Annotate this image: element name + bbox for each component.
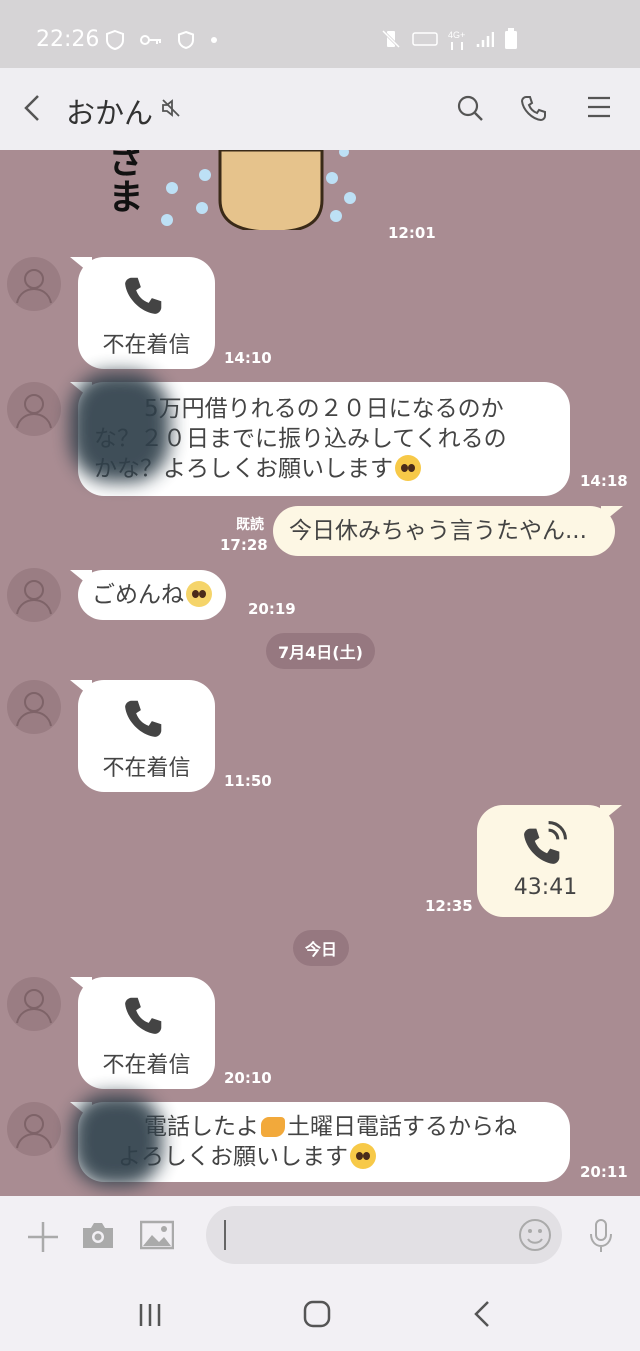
message-text: ごめんね [92, 582, 184, 608]
phone-outgoing-icon [524, 821, 567, 864]
timestamp: 14:10 [224, 349, 272, 367]
message-bubble[interactable]: ごめんね [78, 570, 226, 620]
avatar[interactable] [7, 1102, 61, 1156]
battery-icon [505, 28, 517, 49]
vibrate-mute-icon [381, 29, 401, 49]
input-bar [0, 1196, 640, 1280]
image-icon[interactable] [140, 1220, 174, 1250]
status-bar: 22:26 4G+ [0, 0, 640, 68]
shield-check-icon [106, 29, 124, 51]
chat-title[interactable]: おかん [66, 90, 153, 132]
chat-header: おかん [0, 68, 640, 150]
redaction-smudge [72, 1094, 162, 1186]
call-bubble[interactable]: 43:41 [477, 805, 614, 917]
read-receipt: 既読 [236, 517, 264, 533]
chat-area[interactable]: さま 12:01 不在着信 14:10 5万円借りれるの２０日になるのか な？２… [0, 150, 640, 1196]
timestamp: 17:28 [220, 536, 268, 554]
missed-call-bubble[interactable]: 不在着信 [78, 977, 215, 1089]
message-line: 土曜日電話するからね [287, 1114, 517, 1140]
avatar[interactable] [7, 977, 61, 1031]
avatar[interactable] [7, 382, 61, 436]
call-label: 不在着信 [102, 756, 191, 781]
dot-icon [211, 37, 217, 43]
signal-icon [476, 32, 494, 47]
phone-icon [125, 997, 162, 1034]
facepalm-emoji-icon [186, 581, 212, 607]
timestamp: 20:10 [224, 1069, 272, 1087]
timestamp: 12:35 [425, 897, 473, 915]
missed-call-bubble[interactable]: 不在着信 [78, 257, 215, 369]
call-duration: 43:41 [513, 875, 578, 900]
sticker[interactable]: さま [92, 150, 362, 230]
volte-icon [412, 32, 438, 46]
microphone-icon[interactable] [588, 1218, 614, 1254]
status-time: 22:26 [36, 27, 100, 52]
phone-icon[interactable] [520, 94, 548, 122]
back-arrow-icon[interactable] [20, 92, 44, 124]
timestamp: 12:01 [388, 224, 436, 242]
menu-icon[interactable] [586, 94, 612, 120]
call-label: 不在着信 [102, 333, 191, 358]
mute-icon [162, 99, 180, 117]
phone-icon [125, 700, 162, 737]
pointing-hand-icon [261, 1117, 285, 1137]
search-icon[interactable] [456, 94, 484, 122]
avatar[interactable] [7, 568, 61, 622]
timestamp: 14:18 [580, 472, 628, 490]
redaction-smudge [70, 372, 170, 482]
key-icon [140, 35, 161, 45]
phone-icon [125, 277, 162, 314]
plus-icon[interactable] [26, 1220, 60, 1254]
date-separator: 今日 [293, 930, 350, 966]
message-input[interactable] [206, 1206, 562, 1264]
camera-icon[interactable] [81, 1220, 115, 1250]
text-cursor [224, 1220, 226, 1250]
date-separator: 7月4日(土) [266, 633, 375, 669]
message-text: 今日休みちゃう言うたやん... [289, 518, 587, 544]
bear-sticker-image [161, 150, 356, 230]
call-label: 不在着信 [102, 1053, 191, 1078]
timestamp: 20:11 [580, 1163, 628, 1181]
recent-apps-icon[interactable] [138, 1302, 162, 1328]
home-icon[interactable] [303, 1300, 331, 1328]
avatar[interactable] [7, 257, 61, 311]
pleading-face-icon [395, 455, 421, 481]
network-4g-icon: 4G+ [448, 30, 465, 50]
svg-text:4G+: 4G+ [448, 30, 465, 40]
shield-icon [178, 30, 194, 50]
sent-message-bubble[interactable]: 今日休みちゃう言うたやん... [273, 506, 615, 556]
pleading-face-icon [350, 1143, 376, 1169]
system-nav-bar [0, 1280, 640, 1351]
timestamp: 11:50 [224, 772, 272, 790]
emoji-icon[interactable] [518, 1218, 552, 1252]
avatar[interactable] [7, 680, 61, 734]
missed-call-bubble[interactable]: 不在着信 [78, 680, 215, 792]
back-icon[interactable] [472, 1300, 492, 1328]
timestamp: 20:19 [248, 600, 296, 618]
